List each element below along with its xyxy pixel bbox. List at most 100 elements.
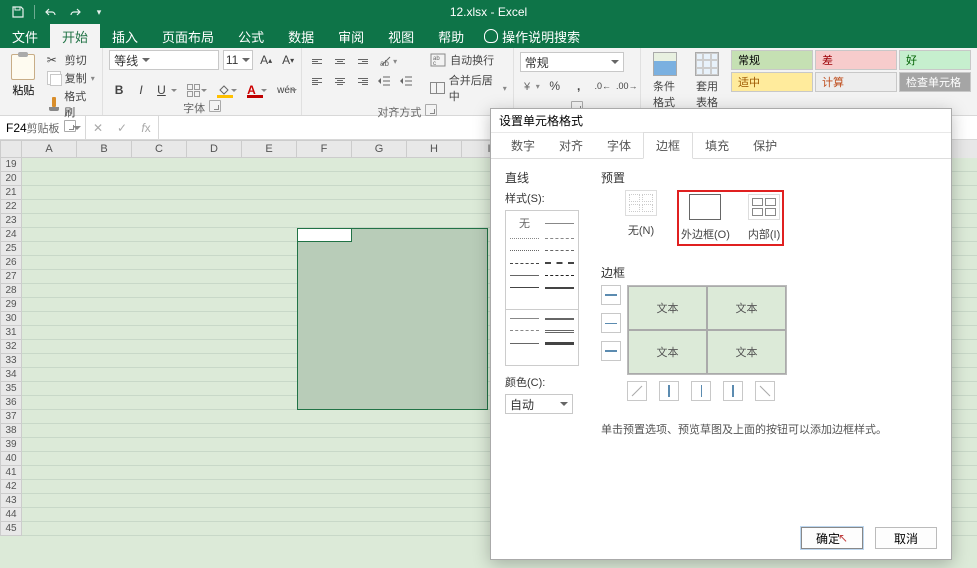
row-header[interactable]: 27	[0, 270, 22, 284]
align-right-button[interactable]	[352, 72, 372, 90]
orientation-button[interactable]: ab▾	[374, 52, 402, 70]
row-header[interactable]: 41	[0, 466, 22, 480]
row-header[interactable]: 25	[0, 242, 22, 256]
line-style-option[interactable]	[510, 343, 539, 345]
cell-styles-gallery[interactable]: 常规 差 好 适中 计算 检查单元格	[731, 50, 971, 92]
conditional-format-button[interactable]: 条件格式	[647, 50, 683, 110]
row-header[interactable]: 28	[0, 284, 22, 298]
line-style-option[interactable]	[545, 262, 574, 264]
style-bad[interactable]: 差	[815, 50, 897, 70]
save-icon[interactable]	[8, 2, 28, 22]
row-header[interactable]: 43	[0, 494, 22, 508]
enter-formula-icon[interactable]: ✓	[110, 121, 134, 135]
line-style-list[interactable]: 无	[505, 210, 579, 310]
italic-button[interactable]: I	[131, 80, 151, 100]
col-header[interactable]: H	[407, 140, 462, 158]
preset-outline-button[interactable]: 外边框(O)	[681, 194, 730, 242]
fill-color-button[interactable]	[213, 80, 241, 100]
border-top-button[interactable]	[601, 285, 621, 305]
line-style-option[interactable]	[545, 250, 574, 251]
qat-dropdown-icon[interactable]: ▾	[89, 2, 109, 22]
percent-button[interactable]: %	[544, 76, 566, 96]
line-style-option[interactable]	[510, 330, 539, 332]
preset-none-button[interactable]: 无(N)	[625, 190, 657, 246]
row-header[interactable]: 45	[0, 522, 22, 536]
indent-decrease-button[interactable]	[374, 72, 394, 90]
preset-inside-button[interactable]: 内部(I)	[748, 194, 780, 242]
align-left-button[interactable]	[308, 72, 328, 90]
line-style-option[interactable]	[545, 287, 574, 289]
tab-file[interactable]: 文件	[0, 24, 50, 48]
line-style-option[interactable]	[510, 238, 539, 239]
line-style-option[interactable]	[545, 223, 574, 224]
bold-button[interactable]: B	[109, 80, 129, 100]
line-style-option[interactable]	[545, 342, 574, 345]
line-style-option[interactable]	[545, 238, 574, 239]
row-header[interactable]: 35	[0, 382, 22, 396]
col-header[interactable]: D	[187, 140, 242, 158]
col-header[interactable]: B	[77, 140, 132, 158]
comma-button[interactable]: ,	[568, 76, 590, 96]
font-size-combo[interactable]: 11	[223, 50, 253, 70]
border-diag-up-button[interactable]	[627, 381, 647, 401]
align-top-button[interactable]	[308, 52, 328, 70]
paste-button[interactable]: 粘贴	[6, 50, 41, 98]
copy-button[interactable]: 复制▾	[47, 70, 96, 86]
row-header[interactable]: 40	[0, 452, 22, 466]
tab-insert[interactable]: 插入	[100, 24, 150, 48]
tab-review[interactable]: 审阅	[326, 24, 376, 48]
tab-home[interactable]: 开始	[50, 24, 100, 48]
row-header[interactable]: 31	[0, 326, 22, 340]
cancel-button[interactable]: 取消	[875, 527, 937, 549]
tell-me-search[interactable]: 操作说明搜索	[476, 24, 588, 48]
decrease-decimal-button[interactable]: .00→	[616, 76, 638, 96]
border-bottom-button[interactable]	[601, 341, 621, 361]
font-color-button[interactable]: A	[243, 80, 271, 100]
grow-font-button[interactable]: A▴	[257, 50, 275, 70]
dtab-font[interactable]: 字体	[595, 133, 643, 158]
border-button[interactable]	[183, 80, 211, 100]
tab-formula[interactable]: 公式	[226, 24, 276, 48]
dtab-border[interactable]: 边框	[643, 132, 693, 159]
row-header[interactable]: 30	[0, 312, 22, 326]
align-launcher-icon[interactable]	[425, 104, 437, 116]
ok-button[interactable]: 确定↖	[801, 527, 863, 549]
row-header[interactable]: 20	[0, 172, 22, 186]
align-bottom-button[interactable]	[352, 52, 372, 70]
tab-view[interactable]: 视图	[376, 24, 426, 48]
indent-increase-button[interactable]	[396, 72, 416, 90]
row-header[interactable]: 24	[0, 228, 22, 242]
dtab-protect[interactable]: 保护	[741, 133, 789, 158]
border-left-button[interactable]	[659, 381, 679, 401]
row-header[interactable]: 26	[0, 256, 22, 270]
redo-icon[interactable]	[65, 2, 85, 22]
line-style-option[interactable]	[510, 263, 539, 264]
line-color-combo[interactable]: 自动	[505, 394, 573, 414]
tab-help[interactable]: 帮助	[426, 24, 476, 48]
border-diag-down-button[interactable]	[755, 381, 775, 401]
row-header[interactable]: 36	[0, 396, 22, 410]
wrap-text-button[interactable]: abc自动换行	[430, 52, 507, 68]
line-style-option[interactable]	[510, 287, 539, 288]
dtab-align[interactable]: 对齐	[547, 133, 595, 158]
line-style-option[interactable]	[510, 318, 539, 320]
col-header[interactable]: E	[242, 140, 297, 158]
line-style-option[interactable]	[510, 275, 539, 276]
merge-center-button[interactable]: 合并后居中▾	[430, 72, 507, 104]
row-header[interactable]: 34	[0, 368, 22, 382]
tab-layout[interactable]: 页面布局	[150, 24, 226, 48]
undo-icon[interactable]	[41, 2, 61, 22]
dtab-number[interactable]: 数字	[499, 133, 547, 158]
line-style-option[interactable]	[545, 330, 574, 333]
cut-button[interactable]: 剪切	[47, 52, 96, 68]
border-hmiddle-button[interactable]	[601, 313, 621, 333]
line-style-option[interactable]	[545, 318, 574, 320]
style-calc[interactable]: 计算	[815, 72, 897, 92]
shrink-font-button[interactable]: A▾	[279, 50, 297, 70]
row-header[interactable]: 22	[0, 200, 22, 214]
style-normal[interactable]: 常规	[731, 50, 813, 70]
row-header[interactable]: 38	[0, 424, 22, 438]
row-header[interactable]: 21	[0, 186, 22, 200]
col-header[interactable]: A	[22, 140, 77, 158]
number-format-combo[interactable]: 常规	[520, 52, 624, 72]
